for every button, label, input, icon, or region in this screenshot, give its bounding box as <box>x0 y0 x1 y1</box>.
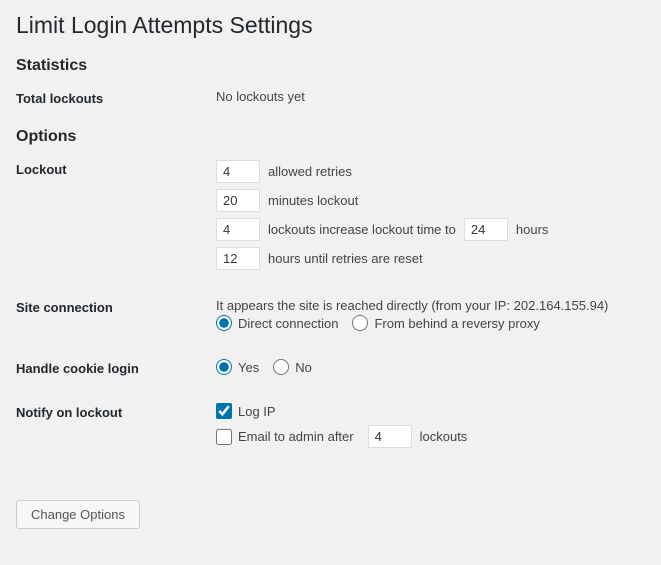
email-admin-checkbox[interactable] <box>216 429 232 445</box>
reset-hours-text: hours until retries are reset <box>268 251 423 266</box>
options-heading: Options <box>16 128 645 146</box>
lockouts-increase-text1: lockouts increase lockout time to <box>268 222 456 237</box>
lockout-row: Lockout allowed retries minutes lockout … <box>16 160 645 276</box>
cookie-no-label: No <box>295 360 312 375</box>
lockout-label: Lockout <box>16 160 216 177</box>
page-title: Limit Login Attempts Settings <box>16 12 645 39</box>
email-admin-label-1: Email to admin after <box>238 429 354 444</box>
site-connection-label: Site connection <box>16 298 216 315</box>
direct-connection-label: Direct connection <box>238 316 338 331</box>
lockouts-increase-text2: hours <box>516 222 549 237</box>
site-connection-description: It appears the site is reached directly … <box>216 298 645 313</box>
total-lockouts-label: Total lockouts <box>16 89 216 106</box>
cookie-login-row: Handle cookie login Yes No <box>16 359 645 381</box>
lockouts-increase-hours-input[interactable] <box>464 218 508 241</box>
notify-label: Notify on lockout <box>16 403 216 420</box>
allowed-retries-text: allowed retries <box>268 164 352 179</box>
log-ip-checkbox[interactable] <box>216 403 232 419</box>
total-lockouts-value: No lockouts yet <box>216 89 645 104</box>
cookie-login-label: Handle cookie login <box>16 359 216 376</box>
proxy-connection-label: From behind a reversy proxy <box>374 316 539 331</box>
lockouts-increase-input[interactable] <box>216 218 260 241</box>
notify-row: Notify on lockout Log IP Email to admin … <box>16 403 645 454</box>
minutes-lockout-text: minutes lockout <box>268 193 358 208</box>
log-ip-label: Log IP <box>238 404 276 419</box>
allowed-retries-input[interactable] <box>216 160 260 183</box>
cookie-yes-radio[interactable] <box>216 359 232 375</box>
site-connection-row: Site connection It appears the site is r… <box>16 298 645 337</box>
cookie-no-radio[interactable] <box>273 359 289 375</box>
proxy-connection-radio[interactable] <box>352 315 368 331</box>
reset-hours-input[interactable] <box>216 247 260 270</box>
email-lockouts-input[interactable] <box>368 425 412 448</box>
change-options-button[interactable]: Change Options <box>16 500 140 529</box>
minutes-lockout-input[interactable] <box>216 189 260 212</box>
statistics-heading: Statistics <box>16 57 645 75</box>
cookie-yes-label: Yes <box>238 360 259 375</box>
direct-connection-radio[interactable] <box>216 315 232 331</box>
email-admin-label-2: lockouts <box>420 429 468 444</box>
total-lockouts-row: Total lockouts No lockouts yet <box>16 89 645 106</box>
